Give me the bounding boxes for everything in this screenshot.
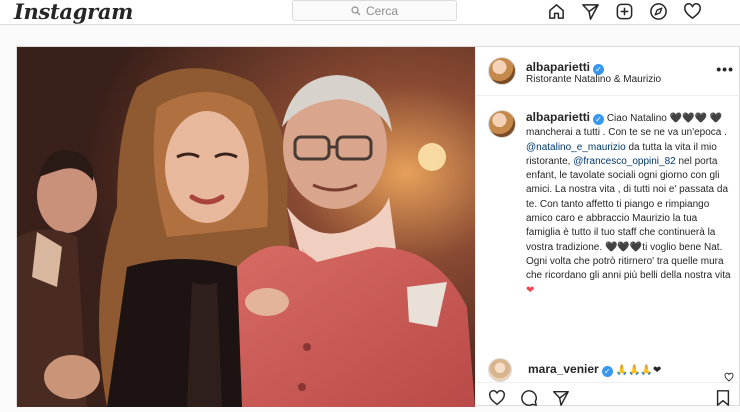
more-options-icon[interactable]: ••• — [716, 61, 734, 77]
location-link[interactable]: Ristorante Natalino & Maurizio — [526, 74, 661, 85]
comment-icon[interactable] — [520, 389, 538, 407]
caption-text-3: nel porta enfant, le tavolate sociali og… — [526, 155, 729, 253]
caption: albaparietti ✓ Ciao Natalino 🖤🖤🖤 🖤 manche… — [476, 96, 740, 366]
verified-icon: ✓ — [601, 366, 613, 377]
post-header: albaparietti ✓ Ristorante Natalino & Maur… — [476, 47, 740, 96]
photo-illustration — [17, 47, 475, 407]
post-card: albaparietti ✓ Ristorante Natalino & Maur… — [16, 46, 740, 407]
comment-row: mara_venier ✓ 🙏🙏🙏❤ — [476, 352, 740, 382]
author-username[interactable]: albaparietti — [526, 60, 590, 74]
save-icon[interactable] — [714, 389, 732, 407]
comment-body: 🙏🙏🙏❤ — [615, 365, 662, 376]
caption-text: albaparietti ✓ Ciao Natalino 🖤🖤🖤 🖤 manche… — [526, 110, 734, 298]
like-icon[interactable] — [488, 389, 506, 407]
activity-icon[interactable] — [681, 0, 703, 22]
caption-avatar[interactable] — [488, 110, 516, 138]
instagram-logo[interactable]: Instagram — [14, 0, 133, 24]
post-photo[interactable] — [17, 47, 475, 407]
explore-icon[interactable] — [647, 0, 669, 22]
red-heart: ❤ — [526, 284, 535, 296]
new-post-icon[interactable] — [613, 0, 635, 22]
caption-intro: Ciao Natalino — [606, 113, 667, 124]
verified-icon: ✓ — [593, 114, 605, 125]
mention-link[interactable]: @natalino_e_maurizio — [526, 142, 626, 153]
search-placeholder: Cerca — [365, 3, 398, 18]
caption-username[interactable]: albaparietti — [526, 110, 590, 124]
black-hearts: 🖤🖤🖤 — [669, 113, 707, 124]
post-sidebar: albaparietti ✓ Ristorante Natalino & Maur… — [475, 47, 740, 407]
commenter-avatar[interactable] — [488, 358, 512, 382]
action-bar — [476, 382, 740, 407]
direct-icon[interactable] — [579, 0, 601, 22]
caption-text-1: mancherai a tutti . Con te se ne va un'e… — [526, 127, 727, 139]
search-icon — [351, 5, 361, 15]
home-icon[interactable] — [545, 0, 567, 22]
commenter-username[interactable]: mara_venier — [528, 362, 599, 376]
share-icon[interactable] — [552, 389, 570, 407]
search-input[interactable]: Cerca — [292, 0, 457, 21]
comment-text: mara_venier ✓ 🙏🙏🙏❤ — [528, 362, 661, 377]
mention-link[interactable]: @francesco_oppini_82 — [573, 156, 675, 167]
black-hearts: 🖤🖤🖤 — [604, 241, 643, 253]
black-heart: 🖤 — [709, 113, 723, 124]
avatar[interactable] — [488, 57, 516, 85]
nav-icons — [545, 0, 703, 22]
comment-like-icon[interactable] — [724, 372, 734, 382]
top-navbar: Instagram Cerca — [0, 0, 740, 25]
